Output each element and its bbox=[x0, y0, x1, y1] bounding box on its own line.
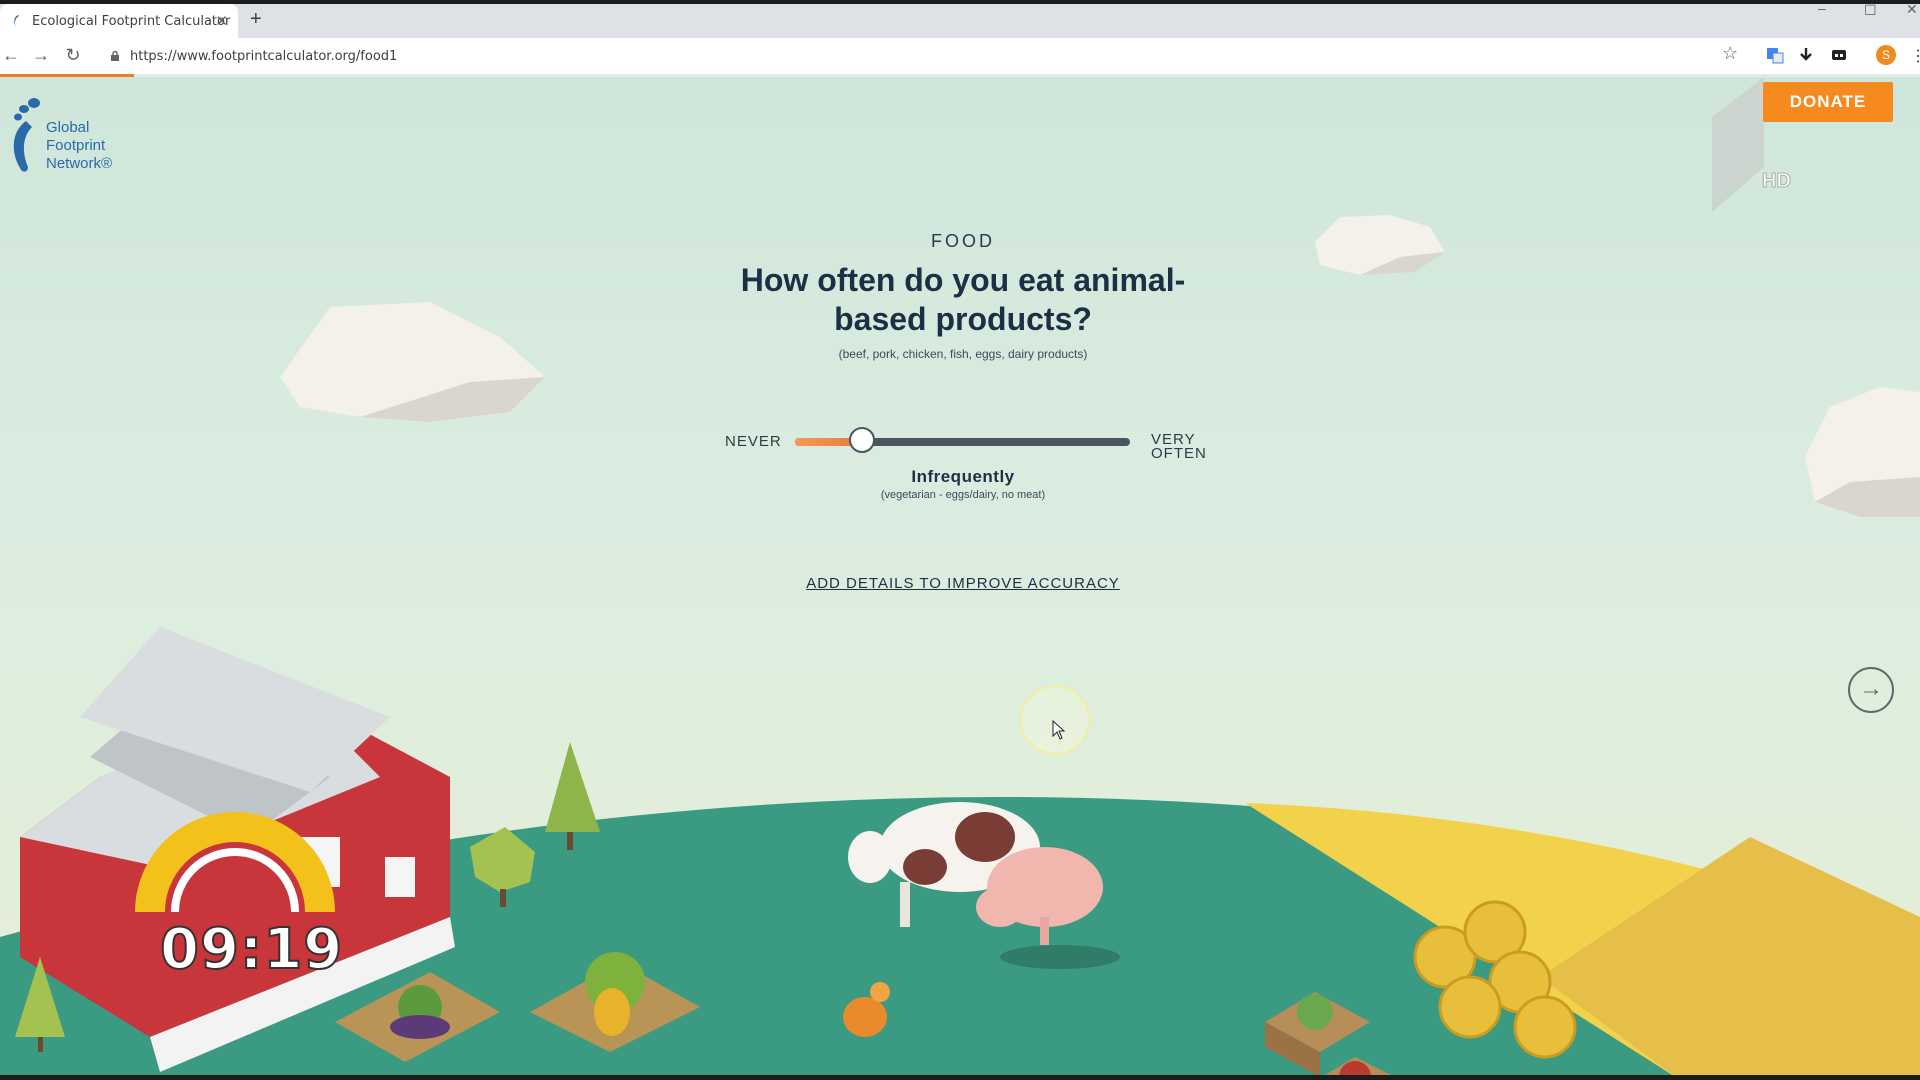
lock-icon bbox=[111, 51, 119, 61]
logo-line-3: Network® bbox=[46, 155, 113, 172]
question-title: How often do you eat animal-based produc… bbox=[740, 262, 1186, 337]
add-details-link[interactable]: ADD DETAILS TO IMPROVE ACCURACY bbox=[780, 575, 1146, 592]
back-button[interactable]: ← bbox=[0, 45, 22, 66]
forward-button[interactable]: → bbox=[30, 45, 52, 66]
question-category: FOOD bbox=[931, 231, 995, 251]
slider-max-label: VERY OFTEN bbox=[1151, 431, 1207, 462]
tab-title: Ecological Footprint Calculator bbox=[32, 13, 231, 29]
bookmark-star-icon[interactable]: ☆ bbox=[1722, 43, 1738, 64]
window-frame-bottom bbox=[0, 1075, 1920, 1080]
browser-toolbar: ← → ↻ https://www.footprintcalculator.or… bbox=[0, 38, 1920, 75]
question-subtitle: (beef, pork, chicken, fish, eggs, dairy … bbox=[838, 347, 1088, 361]
address-bar[interactable]: https://www.footprintcalculator.org/food… bbox=[102, 42, 1722, 70]
logo-line-1: Global bbox=[46, 119, 90, 136]
incognito-extension-icon[interactable] bbox=[1830, 46, 1848, 64]
slider-min-label: NEVER bbox=[725, 433, 782, 450]
mouse-cursor-icon bbox=[1052, 720, 1066, 740]
browser-tab[interactable]: Ecological Footprint Calculator ✕ bbox=[0, 4, 238, 38]
browser-menu-icon[interactable]: ⋮ bbox=[1910, 46, 1920, 66]
reload-button[interactable]: ↻ bbox=[62, 45, 84, 66]
slider-thumb[interactable] bbox=[849, 427, 875, 453]
slider-value-label: Infrequently bbox=[911, 467, 1015, 486]
frequency-slider[interactable] bbox=[795, 427, 1130, 453]
cloud-right-edge bbox=[1805, 387, 1920, 517]
minimize-window-icon[interactable]: – bbox=[1818, 0, 1826, 16]
footprint-favicon-icon bbox=[14, 15, 19, 27]
calculator-page: Global Footprint Network® DONATE HD FOOD… bbox=[0, 77, 1920, 1080]
logo-wordmark: Global Footprint Network® bbox=[46, 119, 112, 173]
cloud-left bbox=[280, 302, 545, 422]
logo-line-2: Footprint bbox=[46, 137, 106, 154]
hd-side-panel bbox=[1712, 77, 1764, 212]
close-tab-icon[interactable]: ✕ bbox=[215, 12, 228, 30]
overlay-timer: 09:19 bbox=[159, 916, 344, 983]
url-text: https://www.footprintcalculator.org/food… bbox=[130, 48, 398, 64]
close-window-icon[interactable]: ✕ bbox=[1906, 1, 1918, 18]
hd-badge: HD bbox=[1762, 170, 1792, 193]
translate-extension-icon[interactable] bbox=[1766, 46, 1784, 64]
donate-button[interactable]: DONATE bbox=[1763, 82, 1893, 122]
maximize-window-icon[interactable]: ☐ bbox=[1864, 2, 1877, 19]
download-extension-icon[interactable] bbox=[1797, 46, 1815, 64]
tab-strip: Ecological Footprint Calculator ✕ + – ☐ … bbox=[0, 0, 1920, 38]
new-tab-button[interactable]: + bbox=[250, 8, 262, 31]
profile-avatar[interactable]: S bbox=[1876, 45, 1896, 65]
slider-value-description: (vegetarian - eggs/dairy, no meat) bbox=[880, 489, 1046, 501]
next-arrow-button[interactable]: → bbox=[1848, 667, 1894, 713]
